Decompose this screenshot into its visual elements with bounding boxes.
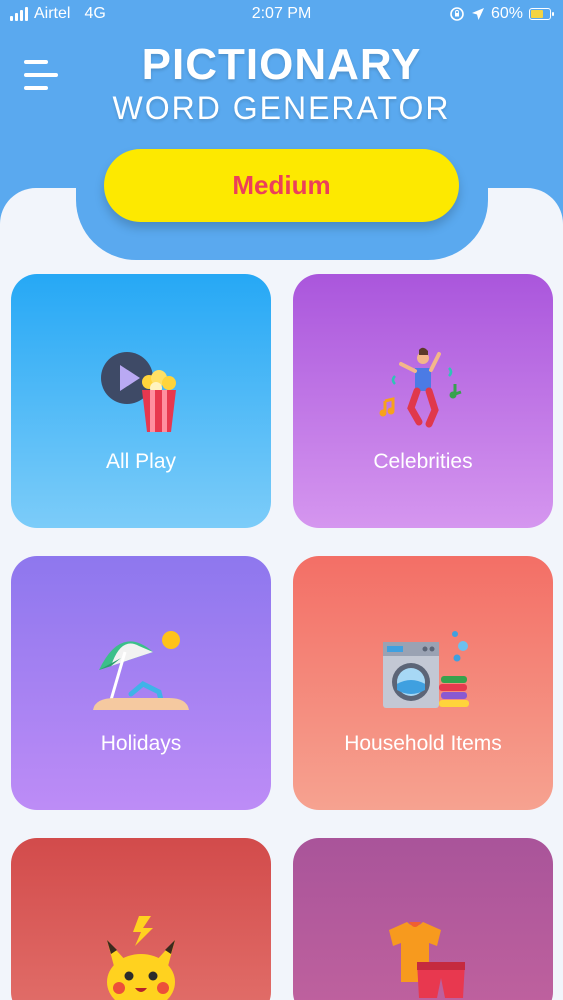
battery-percent: 60% <box>490 5 523 22</box>
app-title: PICTIONARY <box>141 40 422 89</box>
location-icon <box>471 8 484 20</box>
category-label: Household Items <box>344 732 502 755</box>
category-card-celebrities[interactable]: Celebrities <box>293 274 553 528</box>
category-card-household-items[interactable]: Household Items <box>293 556 553 810</box>
orientation-lock-icon <box>450 7 464 21</box>
category-card-all-play[interactable]: All Play <box>11 274 271 528</box>
difficulty-button[interactable]: Medium <box>104 149 459 222</box>
category-card-holidays[interactable]: Holidays <box>11 556 271 810</box>
battery-icon <box>529 8 554 20</box>
difficulty-label: Medium <box>232 170 331 200</box>
category-label: All Play <box>105 450 177 473</box>
category-card-cartoons[interactable] <box>11 838 271 1000</box>
status-right: 60% <box>449 5 554 23</box>
clothes-icon <box>389 922 465 998</box>
washing-machine-icon <box>383 631 469 708</box>
play-popcorn-icon <box>101 352 176 432</box>
app-subtitle: WORD GENERATOR <box>112 90 451 126</box>
category-label: Holidays <box>100 732 182 755</box>
category-label: Celebrities <box>373 450 473 473</box>
beach-umbrella-icon <box>93 631 189 710</box>
pikachu-icon <box>107 916 175 1000</box>
status-bar: Airtel 4G 2:07 PM 60% <box>0 0 563 30</box>
dancer-icon <box>379 347 462 428</box>
category-card-clothes[interactable] <box>293 838 553 1000</box>
